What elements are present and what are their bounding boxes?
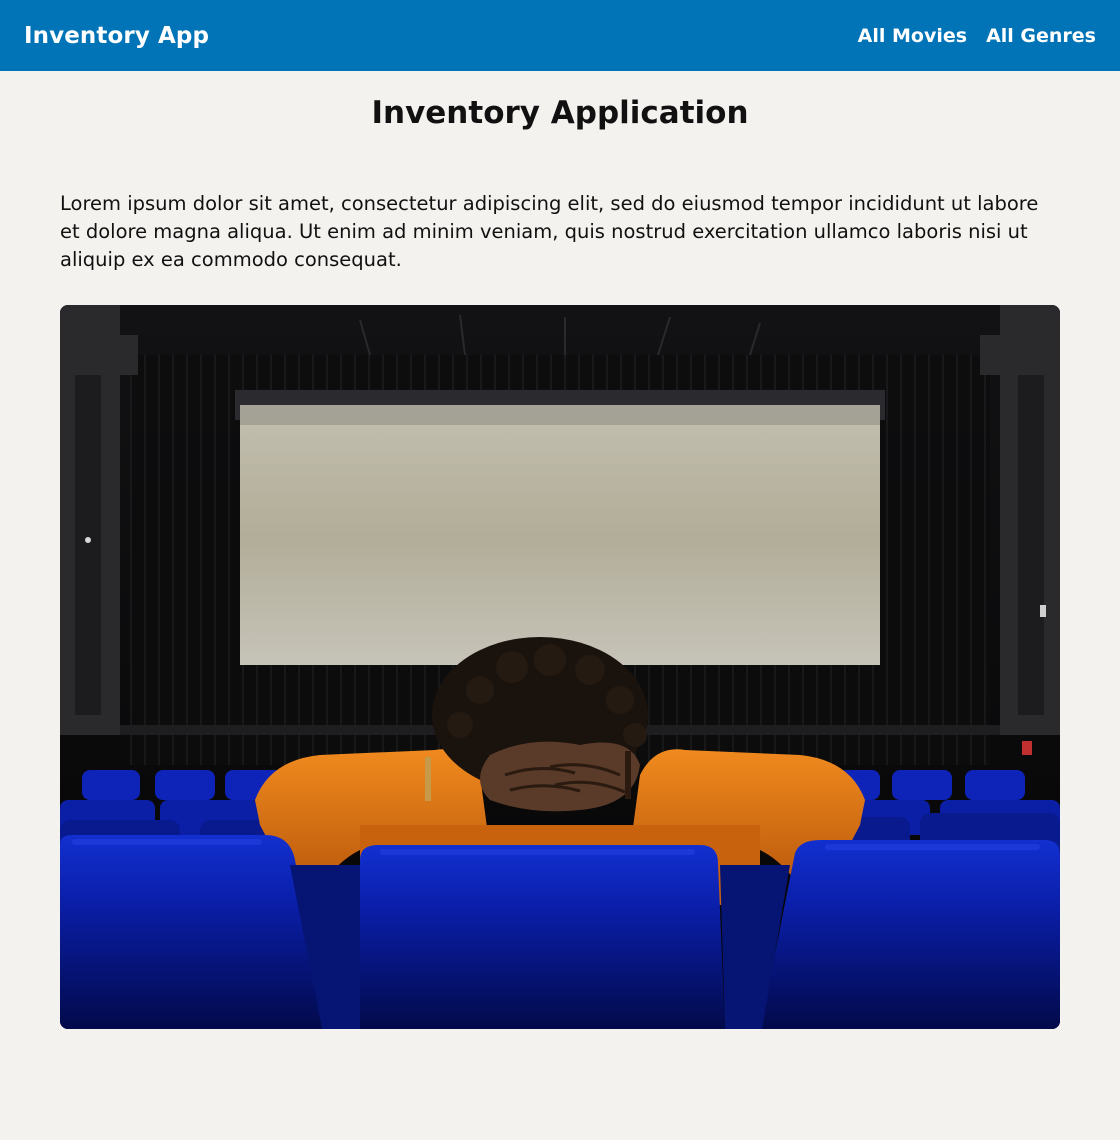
page-title: Inventory Application <box>371 95 749 131</box>
nav-link-all-movies[interactable]: All Movies <box>858 25 967 47</box>
brand-link[interactable]: Inventory App <box>24 23 209 49</box>
intro-paragraph: Lorem ipsum dolor sit amet, consectetur … <box>60 192 1039 271</box>
main-nav: All Movies All Genres <box>858 25 1096 47</box>
nav-link-all-genres[interactable]: All Genres <box>986 25 1096 47</box>
top-navbar: Inventory App All Movies All Genres <box>0 0 1120 71</box>
hero-image <box>60 305 1060 1029</box>
